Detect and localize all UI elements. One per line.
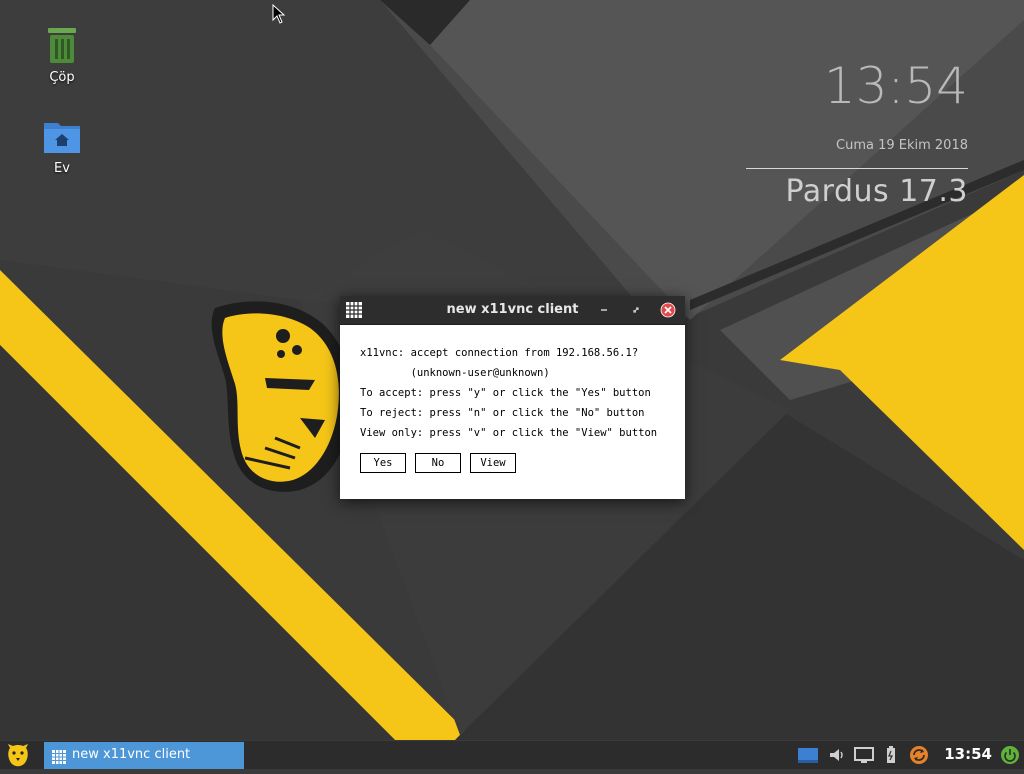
dialog-message: x11vnc: accept connection from 192.168.5…: [340, 325, 685, 443]
display-icon[interactable]: [797, 745, 819, 765]
vnc-client-dialog: new x11vnc client x11vnc: accept connect…: [340, 296, 685, 499]
update-icon[interactable]: [908, 745, 930, 765]
dialog-titlebar[interactable]: new x11vnc client: [340, 296, 685, 325]
monitor-icon[interactable]: [853, 745, 875, 765]
taskbar: new x11vnc client 13:54: [0, 740, 1024, 769]
message-line: x11vnc: accept connection from 192.168.5…: [360, 347, 639, 359]
volume-icon[interactable]: [827, 745, 847, 765]
power-icon[interactable]: [1000, 745, 1020, 765]
maximize-icon[interactable]: [628, 302, 644, 318]
battery-icon[interactable]: [884, 745, 898, 765]
home-folder-icon: [42, 117, 82, 157]
mouse-cursor: [272, 3, 286, 28]
clock-widget: 13:54 Cuma 19 Ekim 2018 Pardus 17.3: [746, 58, 968, 209]
yes-button[interactable]: Yes: [360, 453, 406, 473]
app-grid-icon: [52, 748, 66, 774]
start-menu-button[interactable]: [4, 742, 32, 768]
minimize-icon[interactable]: [596, 302, 612, 318]
desktop-icon-home[interactable]: Ev: [27, 117, 97, 176]
message-line: To reject: press "n" or click the "No" b…: [360, 407, 645, 419]
trash-icon: [42, 26, 82, 66]
message-line: To accept: press "y" or click the "Yes" …: [360, 387, 651, 399]
dialog-buttons: Yes No View: [360, 453, 522, 473]
taskbar-clock[interactable]: 13:54: [944, 741, 992, 768]
clock-divider: [746, 168, 968, 169]
close-icon[interactable]: [660, 302, 676, 318]
view-button[interactable]: View: [470, 453, 516, 473]
clock-time: 13:54: [823, 57, 968, 115]
desktop-icon-label: Ev: [54, 161, 70, 176]
taskbar-window-label: new x11vnc client: [72, 747, 191, 762]
cheetah-icon: [8, 744, 28, 767]
message-line: View only: press "v" or click the "View"…: [360, 427, 658, 439]
desktop-icon-label: Çöp: [49, 70, 75, 85]
clock-date: Cuma 19 Ekim 2018: [836, 138, 968, 153]
no-button[interactable]: No: [415, 453, 461, 473]
taskbar-window-item[interactable]: new x11vnc client: [44, 742, 244, 769]
message-line: (unknown-user@unknown): [360, 367, 550, 379]
os-version: Pardus 17.3: [785, 174, 968, 209]
desktop-icon-trash[interactable]: Çöp: [27, 26, 97, 85]
